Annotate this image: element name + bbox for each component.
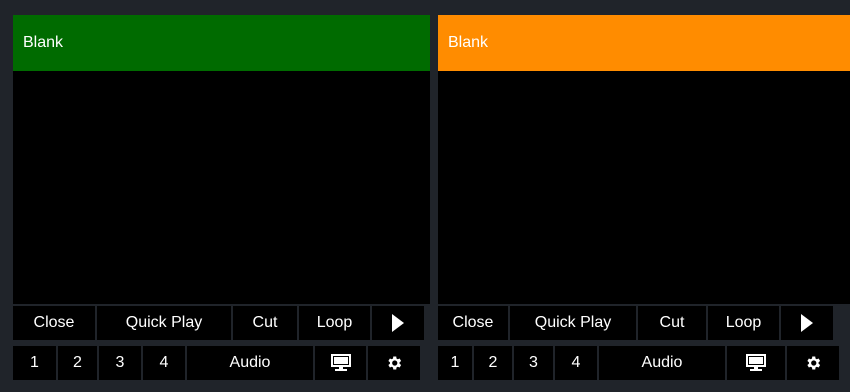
channel-2-button[interactable]: 2	[474, 346, 512, 380]
channel-4-button[interactable]: 4	[555, 346, 597, 380]
play-button[interactable]	[372, 306, 424, 340]
gear-icon	[807, 356, 821, 370]
player-title: Blank	[438, 15, 850, 71]
channel-row: 1 2 3 4 Audio	[13, 346, 420, 380]
channel-3-button[interactable]: 3	[99, 346, 141, 380]
channel-2-button[interactable]: 2	[58, 346, 97, 380]
loop-button[interactable]: Loop	[299, 306, 370, 340]
monitor-icon	[330, 354, 351, 371]
cut-button[interactable]: Cut	[233, 306, 297, 340]
control-row: Close Quick Play Cut Loop	[438, 306, 833, 340]
cut-button[interactable]: Cut	[638, 306, 706, 340]
channel-row: 1 2 3 4 Audio	[438, 346, 839, 380]
channel-3-button[interactable]: 3	[514, 346, 553, 380]
audio-button[interactable]: Audio	[599, 346, 725, 380]
gear-icon	[388, 356, 402, 370]
settings-button[interactable]	[368, 346, 420, 380]
play-icon	[801, 314, 813, 332]
close-button[interactable]: Close	[438, 306, 508, 340]
loop-button[interactable]: Loop	[708, 306, 779, 340]
channel-1-button[interactable]: 1	[13, 346, 56, 380]
monitor-icon	[746, 354, 766, 371]
video-preview	[13, 71, 430, 304]
video-preview	[438, 71, 850, 304]
channel-4-button[interactable]: 4	[143, 346, 185, 380]
close-button[interactable]: Close	[13, 306, 95, 340]
player-panel-2: Blank Close Quick Play Cut Loop 1 2 3 4 …	[431, 0, 850, 392]
play-button[interactable]	[781, 306, 833, 340]
monitor-button[interactable]	[727, 346, 785, 380]
channel-1-button[interactable]: 1	[438, 346, 472, 380]
settings-button[interactable]	[787, 346, 839, 380]
quick-play-button[interactable]: Quick Play	[97, 306, 231, 340]
quick-play-button[interactable]: Quick Play	[510, 306, 636, 340]
monitor-button[interactable]	[315, 346, 366, 380]
play-icon	[392, 314, 404, 332]
audio-button[interactable]: Audio	[187, 346, 313, 380]
player-panel-1: Blank Close Quick Play Cut Loop 1 2 3 4 …	[0, 0, 431, 392]
control-row: Close Quick Play Cut Loop	[13, 306, 424, 340]
player-title: Blank	[13, 15, 430, 71]
